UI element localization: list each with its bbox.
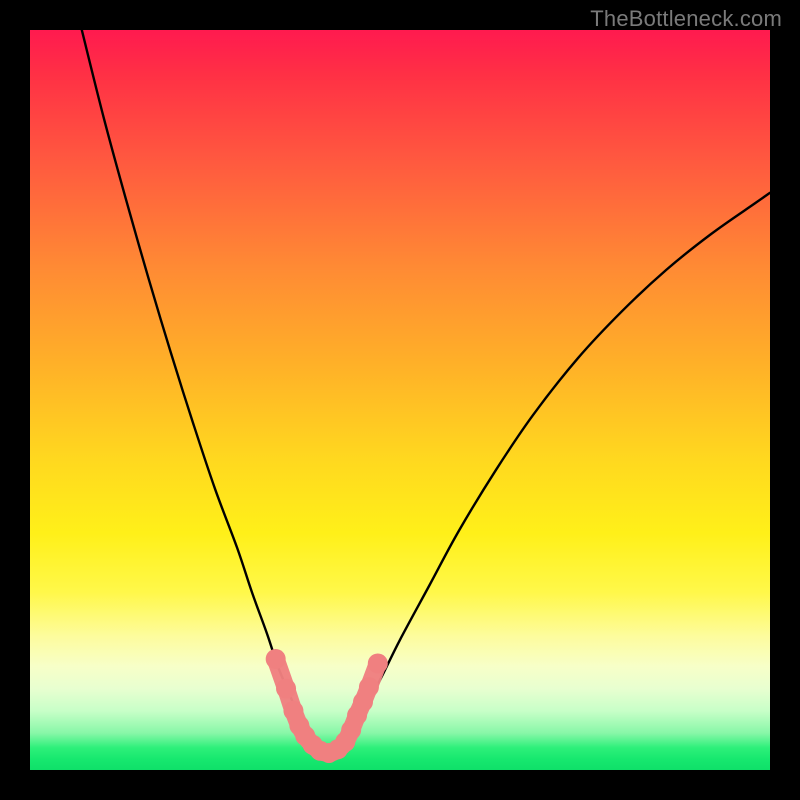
chart-svg (30, 30, 770, 770)
plot-area (30, 30, 770, 770)
series-right-branch (326, 193, 770, 754)
marker-point (368, 653, 388, 673)
watermark-text: TheBottleneck.com (590, 6, 782, 32)
marker-point (276, 679, 296, 699)
series-left-branch (82, 30, 326, 754)
marker-point (266, 649, 286, 669)
chart-frame: TheBottleneck.com (0, 0, 800, 800)
marker-group (266, 649, 388, 763)
marker-point (359, 677, 379, 697)
series-group (82, 30, 770, 754)
